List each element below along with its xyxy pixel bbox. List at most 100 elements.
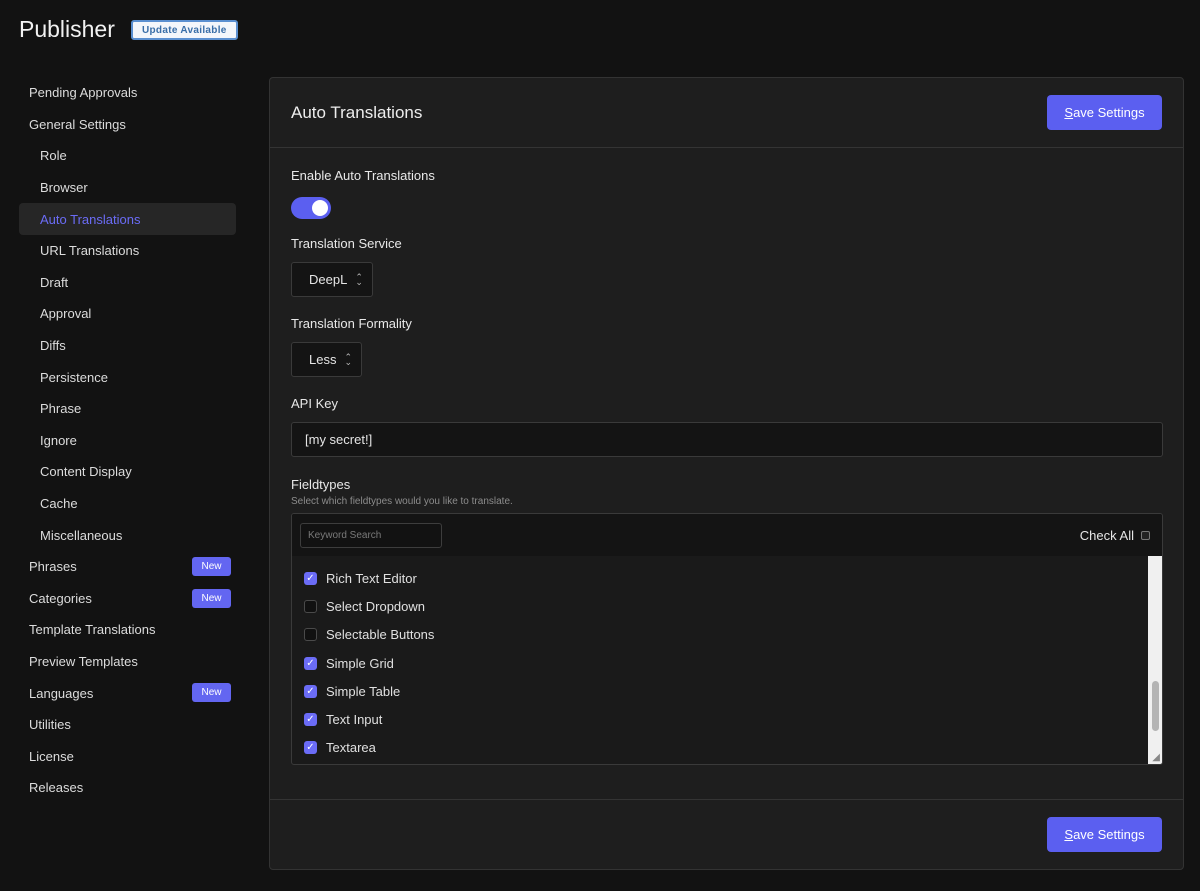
- checkbox-checked[interactable]: ✓: [304, 656, 317, 670]
- enable-auto-translations-toggle[interactable]: [291, 197, 331, 219]
- save-settings-button[interactable]: Save Settings: [1047, 95, 1162, 130]
- settings-panel: Auto Translations Save Settings Enable A…: [269, 77, 1184, 870]
- translation-formality-select[interactable]: Less ⌃ ⌄: [291, 342, 363, 377]
- sidebar-item-utilities[interactable]: Utilities: [19, 709, 236, 741]
- sidebar-item-label: Ignore: [40, 432, 77, 448]
- sidebar-item-label: Phrase: [40, 401, 82, 417]
- enable-auto-translations-label: Enable Auto Translations: [291, 168, 435, 183]
- sidebar-item-label: Draft: [40, 274, 69, 290]
- fieldtype-label: Text Input: [326, 712, 383, 728]
- sidebar-item-pending-approvals[interactable]: Pending Approvals: [19, 77, 236, 109]
- sidebar-item-label: Miscellaneous: [40, 527, 123, 543]
- sidebar-item-approval[interactable]: Approval: [19, 298, 236, 330]
- sidebar-item-label: URL Translations: [40, 243, 140, 259]
- sidebar-item-auto-translations[interactable]: Auto Translations: [19, 203, 236, 235]
- fieldtype-item[interactable]: ✓ Simple Grid: [292, 649, 1148, 677]
- fieldtypes-hint: Select which fieldtypes would you like t…: [291, 496, 513, 507]
- sidebar-item-label: Languages: [29, 685, 94, 701]
- sidebar-item-label: Role: [40, 148, 67, 164]
- sidebar-item-label: Auto Translations: [40, 211, 141, 227]
- sidebar-item-general-settings[interactable]: General Settings: [19, 109, 236, 141]
- save-label: ave Settings: [1073, 827, 1145, 842]
- translation-service-label: Translation Service: [291, 236, 402, 251]
- translation-formality-value: Less: [309, 352, 337, 367]
- sidebar-item-miscellaneous[interactable]: Miscellaneous: [19, 519, 236, 551]
- sidebar-item-license[interactable]: License: [19, 740, 236, 772]
- sidebar-item-preview-templates[interactable]: Preview Templates: [19, 646, 236, 678]
- sidebar-item-phrase[interactable]: Phrase: [19, 393, 236, 425]
- select-chevron-icon: ⌃ ⌄: [344, 351, 353, 367]
- sidebar-item-label: Approval: [40, 306, 92, 322]
- save-label: ave Settings: [1073, 105, 1145, 120]
- check-all-control[interactable]: Check All: [1080, 528, 1150, 543]
- sidebar-item-phrases[interactable]: Phrases New: [19, 551, 236, 583]
- fieldtype-label: Textarea: [326, 740, 376, 756]
- sidebar-item-languages[interactable]: Languages New: [19, 677, 236, 709]
- checkbox-checked[interactable]: ✓: [304, 713, 317, 727]
- save-label-accesskey: S: [1064, 827, 1074, 842]
- save-label-accesskey: S: [1064, 105, 1074, 120]
- translation-formality-label: Translation Formality: [291, 316, 412, 331]
- sidebar-item-label: Cache: [40, 496, 78, 512]
- panel-title: Auto Translations: [291, 102, 423, 122]
- sidebar-item-label: Diffs: [40, 338, 66, 354]
- sidebar-item-label: Utilities: [29, 717, 71, 733]
- sidebar-item-categories[interactable]: Categories New: [19, 583, 236, 615]
- list-scroll-spacer: [292, 556, 1148, 564]
- sidebar-item-role[interactable]: Role: [19, 140, 236, 172]
- api-key-label: API Key: [291, 396, 338, 411]
- scrollbar-thumb[interactable]: [1152, 681, 1159, 731]
- sidebar: Pending Approvals General Settings Role Bro…: [19, 77, 236, 804]
- checkbox-unchecked[interactable]: [304, 599, 317, 613]
- sidebar-item-releases[interactable]: Releases: [19, 772, 236, 804]
- translation-service-select[interactable]: DeepL ⌃ ⌄: [291, 262, 373, 297]
- checkbox-checked[interactable]: ✓: [304, 741, 317, 755]
- sidebar-item-label: Persistence: [40, 369, 108, 385]
- sidebar-item-label: Content Display: [40, 464, 132, 480]
- sidebar-item-template-translations[interactable]: Template Translations: [19, 614, 236, 646]
- sidebar-item-label: Template Translations: [29, 622, 156, 638]
- fieldtype-item[interactable]: ✓ Textarea: [292, 734, 1148, 762]
- keyword-search-input[interactable]: Keyword Search: [300, 522, 442, 548]
- fieldtypes-label: Fieldtypes: [291, 477, 351, 492]
- fieldtypes-box: Keyword Search Check All ✓ Rich Text Edit…: [291, 513, 1163, 765]
- checkbox-checked[interactable]: ✓: [304, 571, 317, 585]
- checkbox-checked[interactable]: ✓: [304, 684, 317, 698]
- fieldtype-label: Select Dropdown: [326, 598, 425, 614]
- save-settings-button-footer[interactable]: Save Settings: [1047, 817, 1162, 852]
- toggle-knob: [312, 200, 328, 216]
- checkbox-unchecked[interactable]: [304, 628, 317, 642]
- update-available-badge[interactable]: Update Available: [131, 20, 238, 40]
- fieldtypes-scrollbar[interactable]: [1148, 556, 1162, 764]
- sidebar-item-ignore[interactable]: Ignore: [19, 425, 236, 457]
- sidebar-item-label: Browser: [40, 180, 88, 196]
- fieldtype-item[interactable]: ✓ Rich Text Editor: [292, 564, 1148, 592]
- api-key-input[interactable]: [my secret!]: [291, 422, 1163, 457]
- check-all-checkbox[interactable]: [1141, 530, 1150, 540]
- fieldtype-item[interactable]: ✓ Text Input: [292, 705, 1148, 733]
- fieldtype-item[interactable]: ✓ Simple Table: [292, 677, 1148, 705]
- panel-header: Auto Translations Save Settings: [270, 78, 1183, 148]
- fieldtype-label: Simple Table: [326, 683, 401, 699]
- fieldtype-item[interactable]: Select Dropdown: [292, 592, 1148, 620]
- sidebar-item-label: Releases: [29, 780, 84, 796]
- resize-grip-icon[interactable]: ◢: [1152, 752, 1160, 763]
- sidebar-item-label: License: [29, 748, 74, 764]
- select-chevron-icon: ⌃ ⌄: [355, 271, 363, 287]
- sidebar-item-label: Categories: [29, 590, 92, 606]
- panel-body: Enable Auto Translations Translation Ser…: [270, 148, 1183, 765]
- sidebar-item-label: Preview Templates: [29, 653, 138, 669]
- sidebar-item-diffs[interactable]: Diffs: [19, 330, 236, 362]
- fieldtypes-list[interactable]: ✓ Rich Text Editor Select Dropdown Selectab…: [292, 556, 1148, 764]
- sidebar-item-persistence[interactable]: Persistence: [19, 361, 236, 393]
- new-badge: New: [192, 683, 231, 703]
- fieldtype-label: Selectable Buttons: [326, 627, 435, 643]
- sidebar-item-cache[interactable]: Cache: [19, 488, 236, 520]
- sidebar-item-content-display[interactable]: Content Display: [19, 456, 236, 488]
- sidebar-item-label: Pending Approvals: [29, 85, 138, 101]
- sidebar-item-browser[interactable]: Browser: [19, 172, 236, 204]
- fieldtype-item[interactable]: Selectable Buttons: [292, 621, 1148, 649]
- sidebar-item-url-translations[interactable]: URL Translations: [19, 235, 236, 267]
- sidebar-item-draft[interactable]: Draft: [19, 267, 236, 299]
- sidebar-item-label: Phrases: [29, 559, 77, 575]
